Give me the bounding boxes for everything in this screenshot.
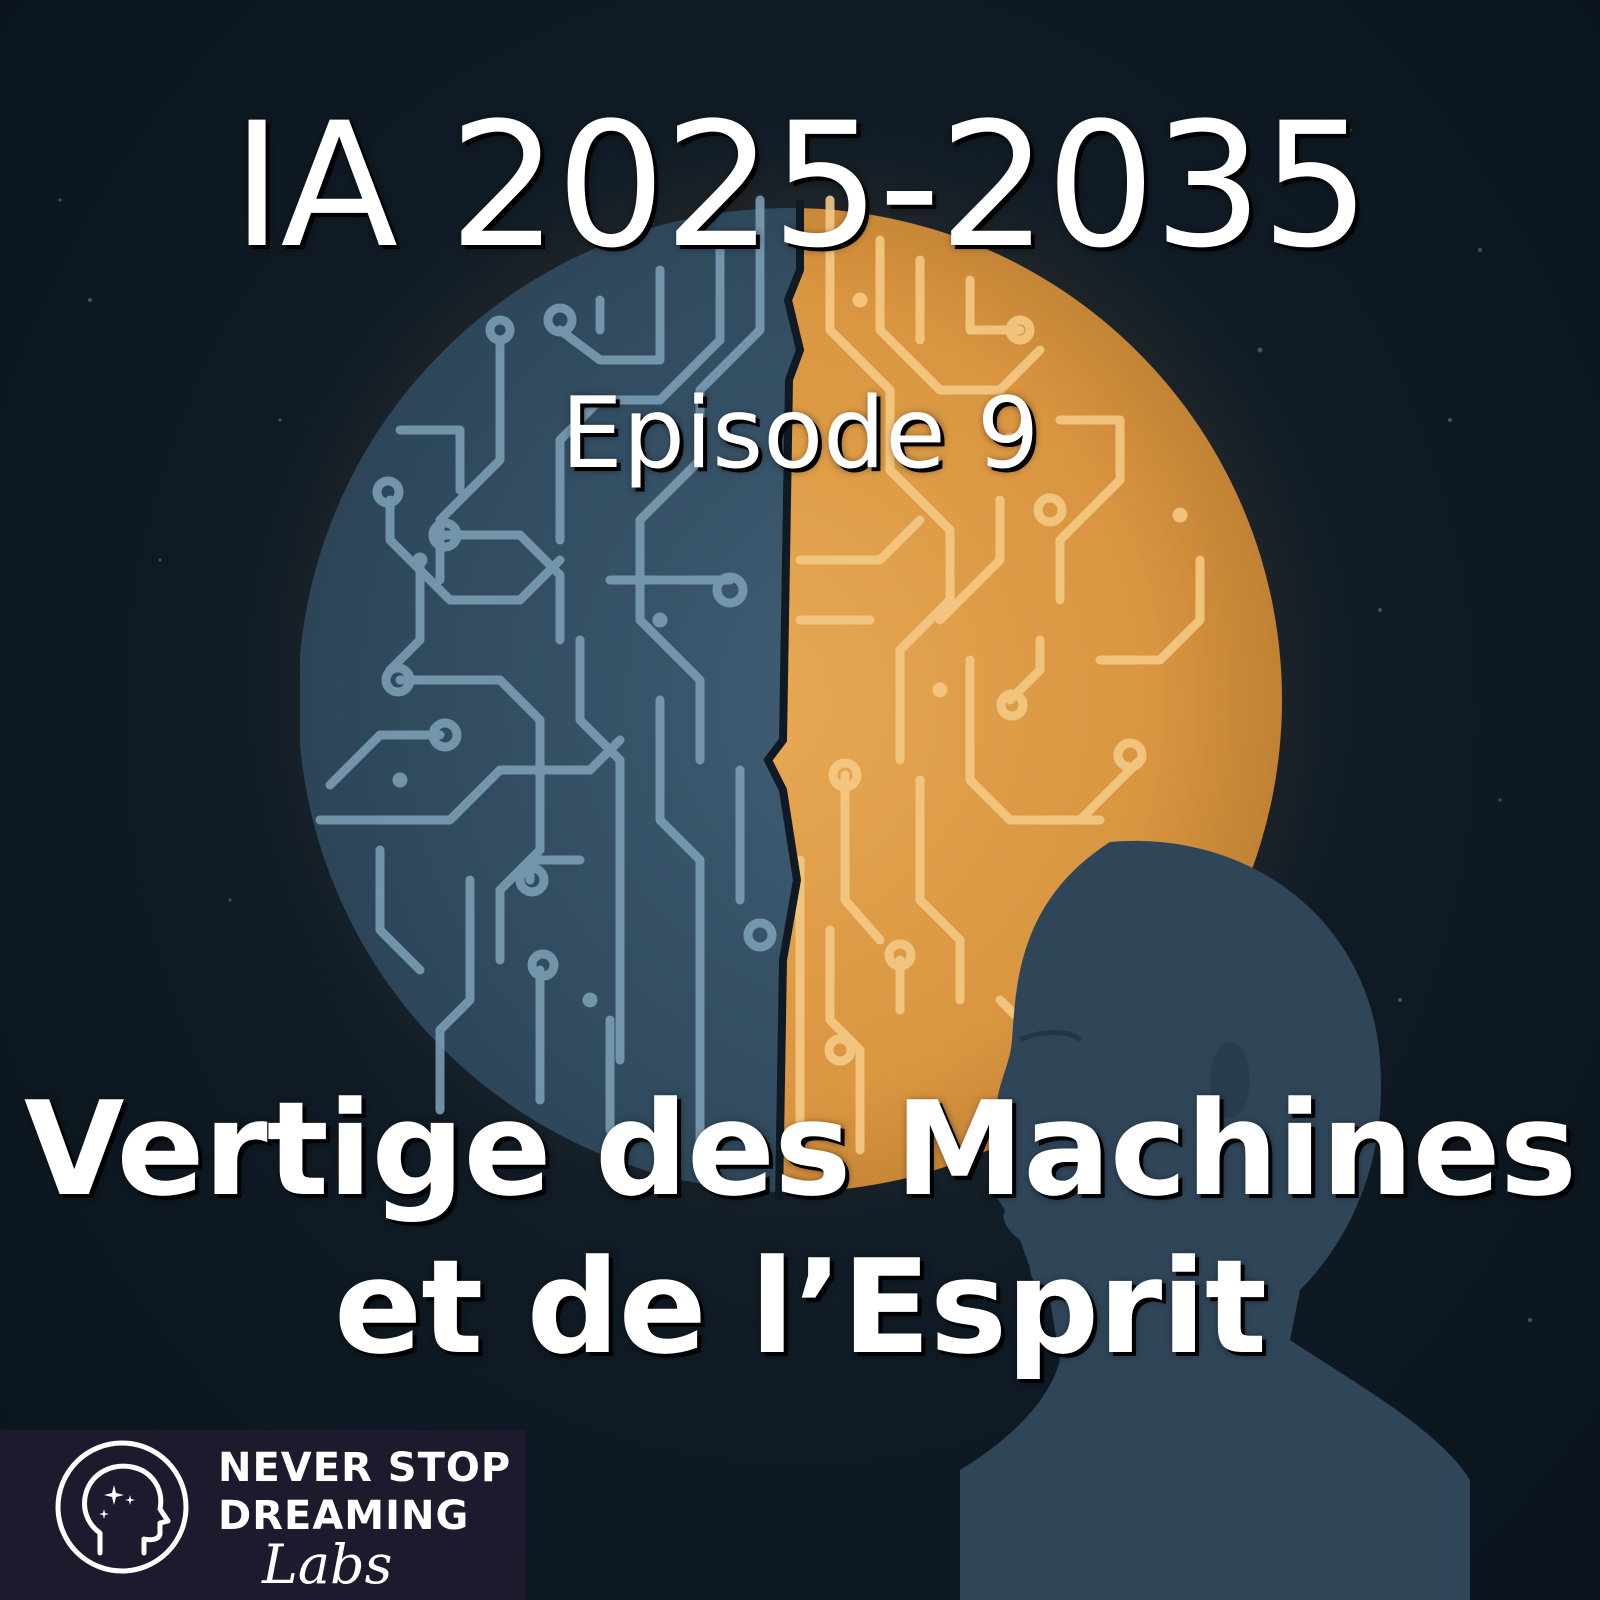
podcast-cover: IA 2025-2035 Episode 9 Vertige des Machi… <box>0 0 1600 1600</box>
episode-title-line-2: et de l’Esprit <box>333 1231 1267 1383</box>
head-with-stars-icon <box>55 1440 189 1574</box>
brand-name-line-1: NEVER STOP <box>218 1445 512 1491</box>
episode-number: Episode 9 <box>560 377 1040 491</box>
episode-title-line-1: Vertige des Machines <box>23 1073 1577 1225</box>
podcast-series-title: IA 2025-2035 <box>231 85 1371 286</box>
brand-name-script: Labs <box>262 1533 393 1596</box>
episode-title: Vertige des Machines et de l’Esprit <box>0 1070 1600 1386</box>
brand-name-line-2: DREAMING <box>218 1493 470 1539</box>
